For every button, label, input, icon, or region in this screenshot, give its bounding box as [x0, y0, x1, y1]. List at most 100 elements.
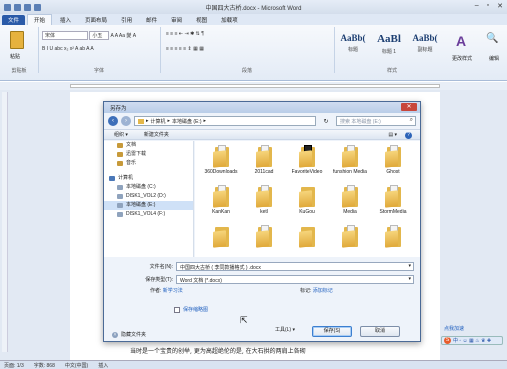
chevron-down-icon[interactable]: ▾ [408, 263, 411, 269]
status-item[interactable]: 字数: 868 [34, 362, 55, 369]
checkbox-box[interactable] [174, 306, 180, 313]
maximize-button[interactable]: ▫ [487, 2, 489, 10]
folder-item[interactable]: 360Downloads [201, 145, 241, 175]
folder-name: KuGou [299, 209, 315, 215]
filename-input[interactable]: 中国四大古桥 ( 李同款播格式 ) .docx ▾ [176, 261, 414, 271]
folder-item[interactable]: 2011cad [244, 145, 284, 175]
save-button[interactable]: 保存(S) [312, 326, 352, 337]
vertical-ruler[interactable] [2, 92, 8, 352]
search-input[interactable]: 搜索 本地磁盘 (E:) ⌕ [336, 116, 416, 126]
nav-item-label: 音乐 [126, 160, 137, 166]
folder-item[interactable] [201, 225, 241, 249]
nav-item[interactable]: 本地磁盘 (E:) [104, 201, 193, 210]
status-item[interactable]: 中文(中国) [65, 362, 88, 369]
tags-value[interactable]: 添加标记 [313, 288, 333, 294]
tools-button[interactable]: 工具(L) ▾ [270, 326, 300, 337]
tab-3[interactable]: 页面布局 [79, 15, 113, 25]
change-styles-icon[interactable]: A [456, 33, 466, 49]
nav-item[interactable]: 迅雷下载 [104, 150, 193, 159]
change-styles-label[interactable]: 更改样式 [452, 55, 472, 62]
folder-item[interactable]: funshion Media [330, 145, 370, 175]
font-format-tools[interactable]: B I U abc x₂ x² A ab A A [42, 46, 94, 52]
chevron-down-icon[interactable]: ▾ [408, 276, 411, 282]
folder-item[interactable]: FavoriteVideo [287, 145, 327, 175]
folder-item[interactable] [330, 225, 370, 249]
editing-label[interactable]: 编辑 [489, 55, 499, 62]
tab-0[interactable]: 文件 [2, 15, 26, 25]
address-bar[interactable]: ▸ 计算机 ▸ 本地磁盘 (E:) ▸ [134, 116, 316, 126]
nav-item[interactable]: DISK1_VOL4 (F:) [104, 210, 193, 219]
hide-folders-label[interactable]: 隐藏文件夹 [121, 331, 146, 338]
folder-icon [342, 225, 358, 248]
font-row1-tools[interactable]: A A Aa 變 A [111, 33, 137, 39]
font-name-value[interactable]: 宋体 [42, 31, 88, 40]
speedup-tag[interactable]: 点我加速 [444, 325, 464, 332]
nav-item[interactable]: 本地磁盘 (C:) [104, 183, 193, 192]
tab-1[interactable]: 开始 [27, 14, 53, 25]
help-icon[interactable]: ? [405, 132, 412, 139]
back-button[interactable]: ‹ [108, 116, 118, 126]
paragraph-row2-tools[interactable]: ≡ ≡ ≡ ≡ ≡ ⇕ ▦ ▦ [166, 46, 204, 52]
clipboard-group: 粘贴 剪贴板 [2, 29, 36, 74]
folder-item[interactable]: Media [330, 185, 370, 215]
tab-6[interactable]: 审阅 [165, 15, 188, 25]
paste-icon[interactable] [10, 31, 24, 49]
folder-item[interactable]: KanKan [201, 185, 241, 215]
divider [334, 27, 335, 73]
ime-toolbar[interactable]: S 中 ◦ ☺ ▦ ♨ ♛ ✚ [441, 336, 503, 345]
navigation-pane[interactable]: 文档 迅雷下载 音乐计算机 本地磁盘 (C:) DISK1_VOL2 (D:) 本地磁盘 … [104, 141, 194, 257]
tab-5[interactable]: 邮件 [140, 15, 163, 25]
style-subtitle[interactable]: AaBb( 副标题 [410, 33, 440, 63]
folder-item[interactable]: ketl [244, 185, 284, 215]
breadcrumb-drive[interactable]: 本地磁盘 (E:) [172, 118, 201, 125]
folder-item[interactable]: Ghost [373, 145, 413, 175]
editing-icon[interactable]: 🔍 [486, 33, 498, 44]
nav-item[interactable]: DISK1_VOL2 (D:) [104, 192, 193, 201]
font-size-value[interactable]: 小五 [89, 31, 110, 40]
tab-4[interactable]: 引用 [115, 15, 138, 25]
refresh-icon[interactable]: ↻ [319, 118, 333, 125]
hide-folders-toggle[interactable]: ˄ 隐藏文件夹 [112, 331, 146, 338]
folder-item[interactable] [244, 225, 284, 249]
folder-item[interactable] [373, 225, 413, 249]
sogou-ime-icon[interactable]: S [444, 337, 451, 344]
document-text-line[interactable]: 当时是一个宝贵的创举, 更为高超绝伦的是, 在大石拱的两肩上各砌 [130, 346, 306, 355]
cancel-button[interactable]: 取消 [360, 326, 400, 337]
nav-item[interactable]: 音乐 [104, 159, 193, 168]
tab-7[interactable]: 视图 [190, 15, 213, 25]
view-options-button[interactable]: ▤ ▾ [388, 132, 397, 139]
minimize-button[interactable]: – [475, 2, 479, 10]
tab-2[interactable]: 插入 [54, 15, 77, 25]
new-folder-button[interactable]: 新建文件夹 [144, 131, 169, 138]
save-thumbnail-checkbox[interactable]: 保存缩略图 [174, 306, 208, 313]
organize-button[interactable]: 组织 ▾ [114, 131, 128, 138]
status-item[interactable]: 页面: 1/3 [4, 362, 24, 369]
paragraph-group: ≡ ≡ ≡ ⇤ ⇥ ✱ ⇅ ¶ ≡ ≡ ≡ ≡ ≡ ⇕ ▦ ▦ 段落 [162, 29, 332, 74]
window-controls: – ▫ ✕ [475, 2, 503, 10]
authors-value[interactable]: 新学习法 [163, 288, 183, 294]
status-item[interactable]: 插入 [98, 362, 108, 369]
forward-button[interactable]: › [121, 116, 131, 126]
ime-status-icons[interactable]: 中 ◦ ☺ ▦ ♨ ♛ ✚ [453, 337, 491, 344]
paragraph-row1-tools[interactable]: ≡ ≡ ≡ ⇤ ⇥ ✱ ⇅ ¶ [166, 31, 204, 37]
close-window-button[interactable]: ✕ [497, 2, 503, 10]
horizontal-ruler[interactable] [0, 82, 507, 90]
nav-item[interactable]: 文档 [104, 141, 193, 150]
font-name-select[interactable]: 宋体 小五 A A Aa 變 A [42, 31, 136, 40]
save-thumbnail-label[interactable]: 保存缩略图 [183, 306, 208, 313]
dialog-close-button[interactable]: ✕ [401, 103, 417, 111]
style-heading-1[interactable]: AaBl 标题 1 [374, 33, 404, 63]
paste-label[interactable]: 粘贴 [10, 53, 20, 60]
nav-item[interactable]: 计算机 [104, 174, 193, 183]
chevron-up-icon[interactable]: ˄ [112, 331, 118, 338]
folder-item[interactable]: KuGou [287, 185, 327, 215]
folder-item[interactable]: StormMedia [373, 185, 413, 215]
file-list[interactable]: 360Downloads 2011cad FavoriteVideo funshion… [195, 141, 420, 257]
tab-8[interactable]: 加载项 [215, 15, 244, 25]
style-title[interactable]: AaBb( 标题 [338, 33, 368, 63]
filetype-select[interactable]: Word 文档 (*.docx) ▾ [176, 274, 414, 284]
folder-icon-part [213, 190, 226, 208]
folder-item[interactable] [287, 225, 327, 249]
breadcrumb-computer[interactable]: 计算机 [151, 118, 166, 125]
folder-icon-part [299, 150, 312, 168]
